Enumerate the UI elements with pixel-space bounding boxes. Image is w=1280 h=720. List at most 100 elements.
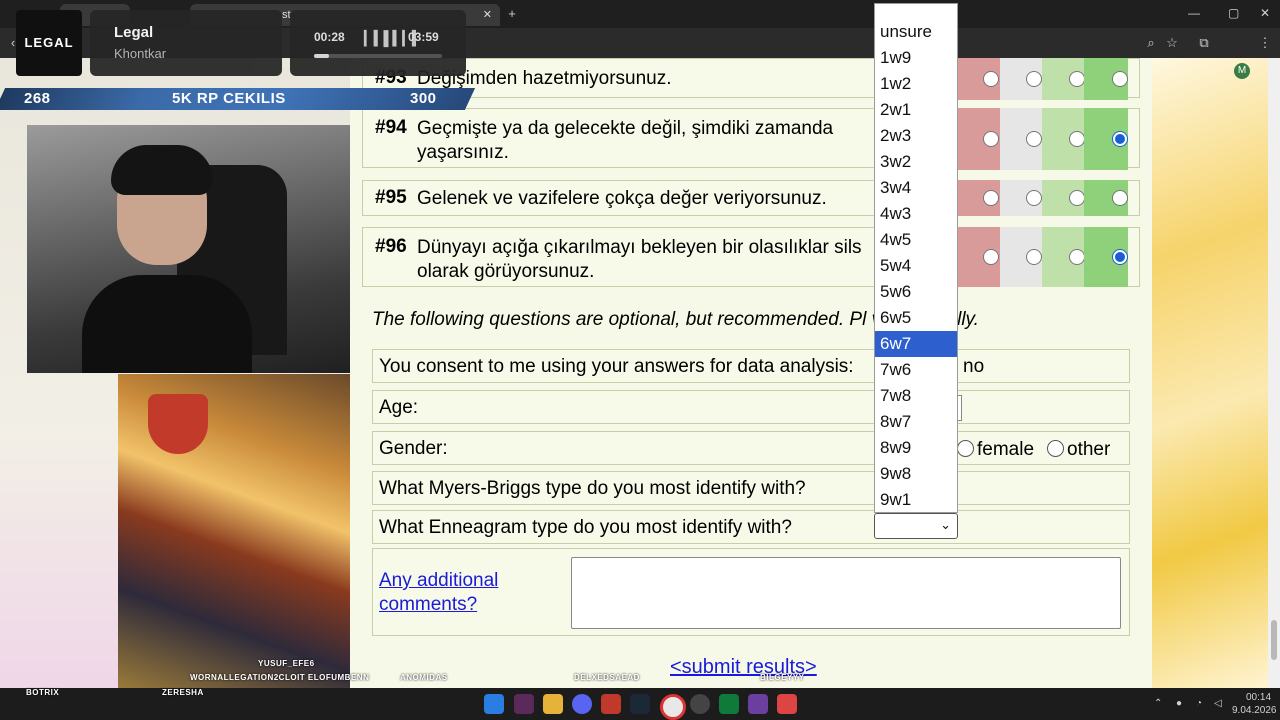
close-window-icon[interactable]: ✕ bbox=[1260, 6, 1270, 20]
elapsed-time: 00:28 bbox=[314, 30, 345, 44]
rating-radio[interactable] bbox=[1112, 249, 1128, 265]
streamer-body-image bbox=[82, 275, 252, 373]
volume-icon[interactable]: ◁ bbox=[1214, 698, 1222, 709]
rating-radio[interactable] bbox=[1112, 190, 1128, 206]
rating-radio[interactable] bbox=[983, 71, 999, 87]
rating-radio[interactable] bbox=[1069, 249, 1085, 265]
start-icon[interactable] bbox=[484, 694, 504, 714]
dropdown-option[interactable]: 4w3 bbox=[875, 201, 957, 227]
wifi-icon[interactable]: ◔ bbox=[1196, 698, 1202, 709]
viewer-name: WORNALLEGATION2CLOIT ELOFUMBENN bbox=[190, 673, 370, 682]
dropdown-option[interactable]: 6w5 bbox=[875, 305, 957, 331]
dropdown-option[interactable]: 5w4 bbox=[875, 253, 957, 279]
viewer-name: BOTRIX bbox=[26, 688, 60, 697]
chrome-icon[interactable] bbox=[660, 694, 686, 720]
steam-icon[interactable] bbox=[630, 694, 650, 714]
app-icon[interactable] bbox=[777, 694, 797, 714]
page-scrollbar[interactable] bbox=[1268, 58, 1280, 688]
question-number: #95 bbox=[375, 187, 407, 208]
song-progress-fill bbox=[314, 54, 330, 58]
app-icon[interactable] bbox=[601, 694, 621, 714]
rating-radio[interactable] bbox=[1026, 131, 1042, 147]
viewer-name: ZERESHA bbox=[162, 688, 204, 697]
rating-radio[interactable] bbox=[1026, 249, 1042, 265]
dropdown-option[interactable]: 2w3 bbox=[875, 123, 957, 149]
viewer-name: DELXEDSAEAD bbox=[574, 673, 640, 682]
menu-icon[interactable]: ⋮ bbox=[1258, 35, 1272, 51]
folder-icon[interactable] bbox=[543, 694, 563, 714]
question-number: #96 bbox=[375, 236, 407, 257]
dropdown-option[interactable]: unsure bbox=[875, 19, 957, 45]
gender-other-radio[interactable] bbox=[1047, 440, 1064, 457]
dropdown-option[interactable]: 7w6 bbox=[875, 357, 957, 383]
mbti-row: What Myers-Briggs type do you most ident… bbox=[372, 471, 1130, 505]
app-icon[interactable] bbox=[719, 694, 739, 714]
rating-radio[interactable] bbox=[1026, 190, 1042, 206]
rating-radio[interactable] bbox=[1069, 190, 1085, 206]
microphone-icon[interactable]: ● bbox=[1176, 698, 1182, 709]
viewer-name: ANOMIDAS bbox=[400, 673, 448, 682]
dropdown-option[interactable]: 5w6 bbox=[875, 279, 957, 305]
extensions-icon[interactable]: ⧉ bbox=[1197, 35, 1211, 51]
viewer-name: BILGEYYY bbox=[760, 673, 805, 682]
dropdown-option[interactable]: 3w4 bbox=[875, 175, 957, 201]
dropdown-option[interactable]: 1w9 bbox=[875, 45, 957, 71]
clock-time[interactable]: 00:14 bbox=[1246, 692, 1271, 703]
now-playing-card: Legal Khontkar bbox=[90, 10, 282, 76]
maximize-icon[interactable]: ▢ bbox=[1228, 6, 1239, 20]
minimize-icon[interactable]: — bbox=[1188, 6, 1200, 20]
consent-row: You consent to me using your answers for… bbox=[372, 349, 1130, 383]
song-artist: Khontkar bbox=[114, 46, 167, 61]
obs-icon[interactable] bbox=[690, 694, 710, 714]
close-tab-icon[interactable]: ✕ bbox=[483, 4, 492, 26]
comments-textarea[interactable] bbox=[571, 557, 1121, 629]
enneagram-select[interactable]: ⌄ bbox=[874, 513, 958, 539]
profile-avatar[interactable]: M bbox=[1234, 63, 1250, 79]
zoom-icon[interactable]: ⌕ bbox=[1144, 35, 1158, 51]
banner-left-count: 268 bbox=[24, 90, 51, 107]
dropdown-option[interactable]: 1w2 bbox=[875, 71, 957, 97]
mbti-label: What Myers-Briggs type do you most ident… bbox=[379, 478, 806, 499]
gender-female-radio[interactable] bbox=[957, 440, 974, 457]
enneagram-dropdown-list: unsure 1w9 1w2 2w1 2w3 3w2 3w4 4w3 4w5 5w4 5w6 6w5 6… bbox=[874, 3, 958, 513]
dropdown-option[interactable]: 2w1 bbox=[875, 97, 957, 123]
dropdown-option[interactable]: 9w1 bbox=[875, 487, 957, 513]
enneagram-label: What Enneagram type do you most identify… bbox=[379, 517, 792, 538]
dropdown-option[interactable]: 7w8 bbox=[875, 383, 957, 409]
dropdown-option[interactable]: 9w8 bbox=[875, 461, 957, 487]
question-text: Dünyayı açığa çıkarılmayı bekleyen bir o… bbox=[417, 237, 862, 282]
bookmark-star-icon[interactable]: ☆ bbox=[1165, 35, 1179, 51]
banner-right-count: 300 bbox=[410, 90, 437, 107]
consent-label: You consent to me using your answers for… bbox=[379, 356, 854, 377]
gender-row: Gender: female other bbox=[372, 431, 1130, 465]
question-text: Gelenek ve vazifelere çokça değer veriyo… bbox=[417, 188, 827, 209]
app-icon[interactable] bbox=[748, 694, 768, 714]
gender-female-label: female bbox=[977, 439, 1035, 460]
rating-radio[interactable] bbox=[1069, 71, 1085, 87]
age-label: Age: bbox=[379, 397, 419, 418]
app-icon[interactable] bbox=[514, 694, 534, 714]
rating-radio[interactable] bbox=[1069, 131, 1085, 147]
song-progress-bar bbox=[314, 54, 442, 58]
rating-radio[interactable] bbox=[1112, 131, 1128, 147]
dropdown-option[interactable]: 6w7 bbox=[875, 331, 957, 357]
rating-radio[interactable] bbox=[1026, 71, 1042, 87]
tray-chevron-icon[interactable]: ⌃ bbox=[1154, 698, 1162, 709]
age-row: Age: bbox=[372, 390, 1130, 424]
rating-radio[interactable] bbox=[983, 131, 999, 147]
dropdown-option[interactable]: 8w9 bbox=[875, 435, 957, 461]
new-tab-icon[interactable]: + bbox=[505, 6, 519, 22]
scrollbar-thumb[interactable] bbox=[1271, 620, 1277, 660]
dropdown-option[interactable]: 8w7 bbox=[875, 409, 957, 435]
dropdown-option[interactable]: 4w5 bbox=[875, 227, 957, 253]
clock-date[interactable]: 9.04.2026 bbox=[1232, 705, 1277, 716]
rating-radio[interactable] bbox=[983, 249, 999, 265]
streamer-hair-image bbox=[111, 145, 213, 195]
question-text: Geçmişte ya da gelecekte değil, şimdiki … bbox=[417, 118, 834, 163]
discord-icon[interactable] bbox=[572, 694, 592, 714]
rating-radio[interactable] bbox=[1112, 71, 1128, 87]
rating-radio[interactable] bbox=[983, 190, 999, 206]
music-player: 00:28 ▎▍▌▍▎▍ 03:59 bbox=[290, 10, 466, 76]
comments-link[interactable]: Any additional comments? bbox=[379, 569, 529, 617]
dropdown-option[interactable]: 3w2 bbox=[875, 149, 957, 175]
